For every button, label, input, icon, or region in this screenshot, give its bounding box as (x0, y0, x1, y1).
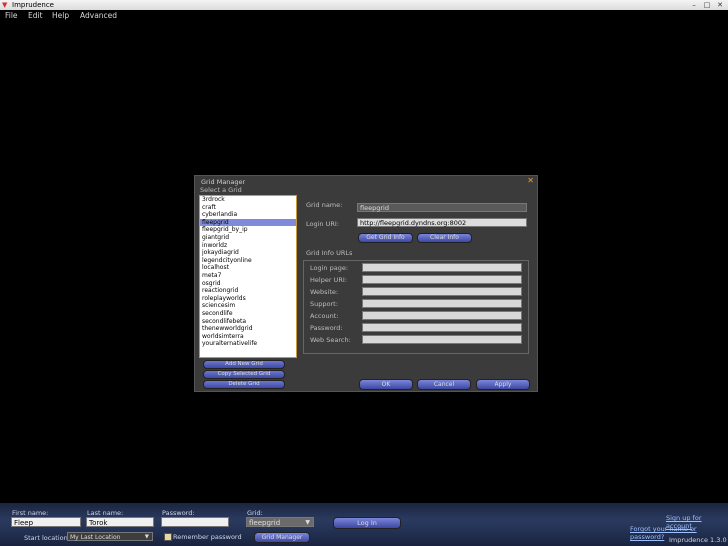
last-name-label: Last name: (87, 509, 124, 517)
grid-manager-button[interactable]: Grid Manager (254, 532, 310, 543)
close-window-button[interactable]: ✕ (714, 0, 726, 10)
start-location-label: Start location: (24, 534, 70, 542)
menu-bar: File Edit Help Advanced (0, 10, 728, 21)
account-field[interactable] (362, 311, 522, 320)
window-title: Imprudence (12, 1, 54, 9)
grid-select-value: fleepgrid (249, 519, 281, 527)
grid-list-item[interactable]: worldsimterra (200, 333, 296, 341)
grid-list-item[interactable]: sciencesim (200, 302, 296, 310)
password-url-field[interactable] (362, 323, 522, 332)
website-field[interactable] (362, 287, 522, 296)
grid-list-item[interactable]: giantgrid (200, 234, 296, 242)
menu-advanced[interactable]: Advanced (80, 10, 117, 21)
password-label: Password: (310, 324, 343, 332)
menu-help[interactable]: Help (52, 10, 69, 21)
grid-list-item[interactable]: meta7 (200, 272, 296, 280)
maximize-button[interactable]: □ (701, 0, 713, 10)
version-label: Imprudence 1.3.0 (669, 536, 727, 544)
last-name-field[interactable]: Torok (86, 517, 154, 527)
support-field[interactable] (362, 299, 522, 308)
grid-list-item[interactable]: craft (200, 204, 296, 212)
grid-list-item[interactable]: thenewworldgrid (200, 325, 296, 333)
first-name-label: First name: (12, 509, 49, 517)
web-search-label: Web Search: (310, 336, 351, 344)
dialog-title: Grid Manager (201, 178, 246, 186)
grid-list-item[interactable]: secondlife (200, 310, 296, 318)
menu-edit[interactable]: Edit (28, 10, 43, 21)
grid-list-item-selected[interactable]: fleepgrid (200, 218, 296, 227)
grid-manager-dialog: Grid Manager ✕ Select a Grid 3rdrock cra… (194, 175, 538, 392)
log-in-button[interactable]: Log In (333, 517, 401, 529)
close-icon[interactable]: ✕ (527, 176, 534, 185)
grid-list-item[interactable]: reactiongrid (200, 287, 296, 295)
apply-button[interactable]: Apply (476, 379, 530, 390)
grid-list-item[interactable]: fleepgrid_by_ip (200, 226, 296, 234)
login-page-label: Login page: (310, 264, 349, 272)
login-uri-label: Login URI: (306, 220, 339, 228)
delete-grid-button[interactable]: Delete Grid (203, 380, 285, 389)
password-label-login: Password: (162, 509, 195, 517)
start-location-value: My Last Location (70, 534, 121, 541)
minimize-button[interactable]: – (688, 0, 700, 10)
grid-info-urls-label: Grid Info URLs (306, 249, 353, 257)
website-label: Website: (310, 288, 339, 296)
grid-list-item[interactable]: youralternativelife (200, 340, 296, 348)
grid-list-item[interactable]: inworldz (200, 242, 296, 250)
app-icon: ▼ (2, 1, 8, 9)
grid-list-item[interactable]: roleplayworlds (200, 295, 296, 303)
chevron-down-icon: ▼ (144, 534, 149, 540)
grid-list-item[interactable]: 3rdrock (200, 196, 296, 204)
grid-label: Grid: (247, 509, 263, 517)
web-search-field[interactable] (362, 335, 522, 344)
grid-list-item[interactable]: osgrid (200, 280, 296, 288)
grid-list-item[interactable]: localhost (200, 264, 296, 272)
grid-name-field[interactable]: fleepgrid (357, 203, 527, 212)
chevron-down-icon: ▼ (305, 519, 310, 526)
grid-list-item[interactable]: legendcityonline (200, 257, 296, 265)
password-field[interactable] (161, 517, 229, 527)
grid-list-item[interactable]: cyberlandia (200, 211, 296, 219)
ok-button[interactable]: OK (359, 379, 413, 390)
menu-file[interactable]: File (5, 10, 18, 21)
grid-list[interactable]: 3rdrock craft cyberlandia fleepgrid flee… (199, 195, 297, 358)
account-label: Account: (310, 312, 339, 320)
login-page-field[interactable] (362, 263, 522, 272)
grid-list-item[interactable]: jokaydiagrid (200, 249, 296, 257)
get-grid-info-button[interactable]: Get Grid Info (358, 233, 413, 243)
select-grid-label: Select a Grid (200, 186, 242, 194)
cancel-button[interactable]: Cancel (417, 379, 471, 390)
remember-password-checkbox[interactable] (164, 533, 172, 541)
support-label: Support: (310, 300, 338, 308)
grid-list-item[interactable]: secondlifebeta (200, 318, 296, 326)
add-new-grid-button[interactable]: Add New Grid (203, 360, 285, 369)
helper-uri-field[interactable] (362, 275, 522, 284)
remember-password-label: Remember password (173, 533, 242, 541)
start-location-select[interactable]: My Last Location ▼ (67, 532, 153, 541)
first-name-field[interactable]: Fleep (11, 517, 81, 527)
grid-name-label: Grid name: (306, 201, 343, 209)
copy-grid-button[interactable]: Copy Selected Grid (203, 370, 285, 379)
login-uri-field[interactable]: http://fleepgrid.dyndns.org:8002 (357, 218, 527, 227)
grid-select[interactable]: fleepgrid ▼ (246, 517, 314, 527)
helper-uri-label: Helper URI: (310, 276, 347, 284)
clear-info-button[interactable]: Clear Info (417, 233, 472, 243)
